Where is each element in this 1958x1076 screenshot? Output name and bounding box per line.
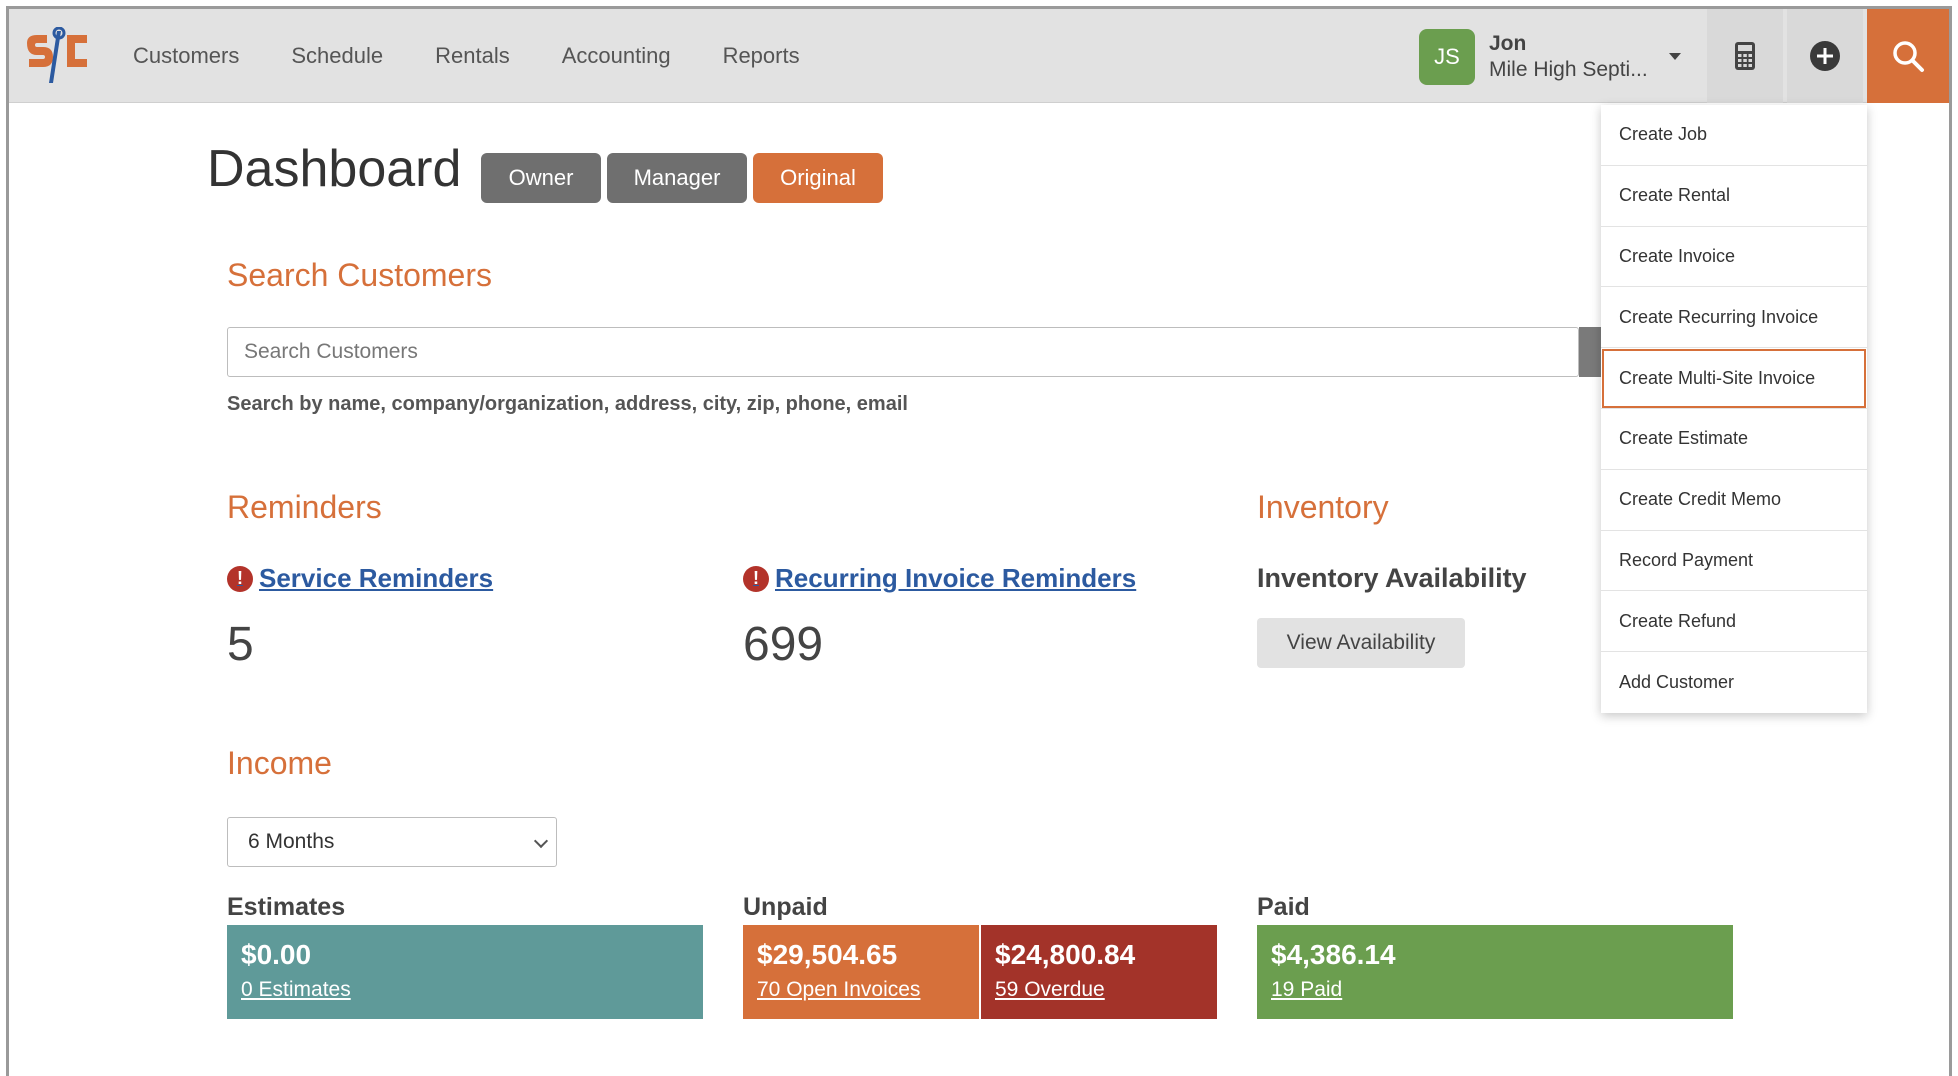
service-reminders-link[interactable]: ! Service Reminders <box>227 563 493 594</box>
alert-icon: ! <box>227 565 253 592</box>
nav-reports[interactable]: Reports <box>723 43 800 69</box>
menu-item-create-recurring-invoice[interactable]: Create Recurring Invoice <box>1601 287 1867 349</box>
search-customers-input[interactable] <box>227 327 1579 377</box>
search-customers-title: Search Customers <box>227 257 492 293</box>
inventory-title: Inventory <box>1257 489 1389 525</box>
user-org: Mile High Septi... <box>1489 58 1648 81</box>
avatar: JS <box>1419 29 1475 85</box>
recurring-invoice-reminders-link[interactable]: ! Recurring Invoice Reminders <box>743 563 1136 594</box>
income-period-select[interactable]: 6 Months <box>227 817 557 867</box>
menu-item-create-job[interactable]: Create Job <box>1601 105 1867 166</box>
service-reminders-label: Service Reminders <box>259 563 494 593</box>
menu-item-create-estimate[interactable]: Create Estimate <box>1601 409 1867 470</box>
menu-item-create-multi-site-invoice[interactable]: Create Multi-Site Invoice <box>1601 348 1867 409</box>
paid-amount: $4,386.14 <box>1271 939 1396 970</box>
create-dropdown-menu: Create Job Create Rental Create Invoice … <box>1601 105 1867 713</box>
recurring-invoice-reminders-label: Recurring Invoice Reminders <box>775 563 1137 593</box>
user-name: Jon <box>1489 32 1527 55</box>
unpaid-label: Unpaid <box>743 893 828 921</box>
alert-icon: ! <box>743 565 769 592</box>
menu-item-record-payment[interactable]: Record Payment <box>1601 531 1867 592</box>
nav-schedule[interactable]: Schedule <box>291 43 383 69</box>
income-title: Income <box>227 745 332 781</box>
app-logo[interactable] <box>23 27 93 87</box>
user-info: Jon Mile High Septi... <box>1489 31 1648 83</box>
overdue-link[interactable]: 59 Overdue <box>995 978 1105 1001</box>
chevron-down-icon <box>533 833 549 849</box>
main-nav: Customers Schedule Rentals Accounting Re… <box>133 9 852 103</box>
menu-item-create-rental[interactable]: Create Rental <box>1601 166 1867 227</box>
calculator-button[interactable] <box>1707 9 1783 103</box>
global-search-button[interactable] <box>1867 9 1949 103</box>
view-availability-button[interactable]: View Availability <box>1257 618 1465 668</box>
inventory-availability-heading: Inventory Availability <box>1257 563 1527 593</box>
view-owner-button[interactable]: Owner <box>481 153 601 203</box>
nav-rentals[interactable]: Rentals <box>435 43 510 69</box>
reminders-title: Reminders <box>227 489 382 525</box>
menu-item-add-customer[interactable]: Add Customer <box>1601 652 1867 713</box>
estimates-label: Estimates <box>227 893 346 921</box>
top-navbar: Customers Schedule Rentals Accounting Re… <box>9 9 1949 103</box>
overdue-card: $24,800.84 59 Overdue <box>981 925 1217 1019</box>
open-invoices-amount: $29,504.65 <box>757 939 898 970</box>
recurring-invoice-reminders-count: 699 <box>743 618 824 671</box>
create-menu-button[interactable] <box>1787 9 1863 103</box>
search-icon <box>1893 41 1924 72</box>
estimates-card: $0.00 0 Estimates <box>227 925 703 1019</box>
open-invoices-card: $29,504.65 70 Open Invoices <box>743 925 979 1019</box>
chevron-down-icon[interactable] <box>1669 53 1681 60</box>
paid-card: $4,386.14 19 Paid <box>1257 925 1733 1019</box>
view-manager-button[interactable]: Manager <box>607 153 747 203</box>
service-reminders-count: 5 <box>227 618 254 671</box>
view-original-button[interactable]: Original <box>753 153 883 203</box>
income-period-value: 6 Months <box>248 830 335 853</box>
search-help-text: Search by name, company/organization, ad… <box>227 393 908 415</box>
app-frame: Customers Schedule Rentals Accounting Re… <box>6 6 1952 1076</box>
paid-link[interactable]: 19 Paid <box>1271 978 1342 1001</box>
page-title: Dashboard <box>207 140 462 198</box>
paid-label: Paid <box>1257 893 1310 921</box>
calculator-icon <box>1735 42 1755 70</box>
menu-item-create-invoice[interactable]: Create Invoice <box>1601 227 1867 288</box>
user-menu[interactable]: JS Jon Mile High Septi... <box>1419 29 1648 85</box>
estimates-amount: $0.00 <box>241 939 312 970</box>
plus-circle-icon <box>1810 41 1840 71</box>
open-invoices-link[interactable]: 70 Open Invoices <box>757 978 920 1001</box>
estimates-link[interactable]: 0 Estimates <box>241 978 351 1001</box>
menu-item-create-credit-memo[interactable]: Create Credit Memo <box>1601 470 1867 531</box>
overdue-amount: $24,800.84 <box>995 939 1136 970</box>
nav-accounting[interactable]: Accounting <box>562 43 671 69</box>
menu-item-create-refund[interactable]: Create Refund <box>1601 591 1867 653</box>
nav-customers[interactable]: Customers <box>133 43 239 69</box>
